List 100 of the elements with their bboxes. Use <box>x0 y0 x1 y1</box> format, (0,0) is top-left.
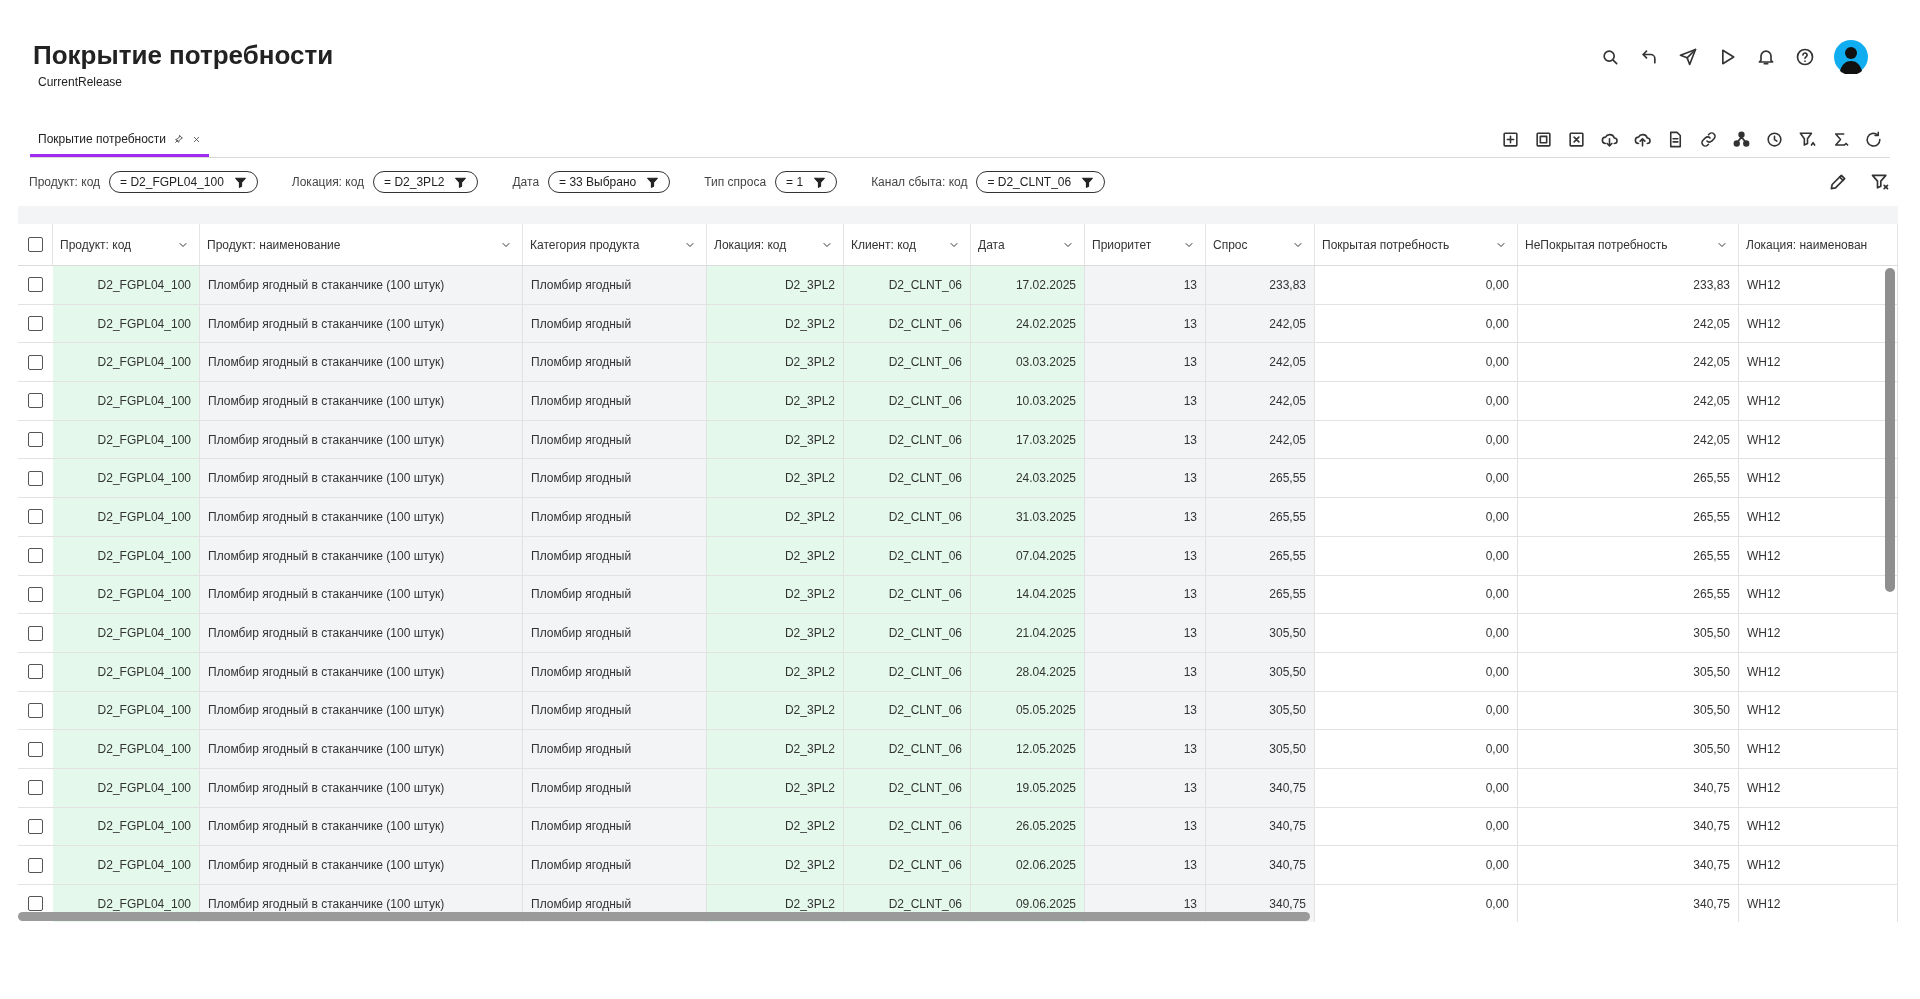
pin-icon[interactable] <box>174 134 185 144</box>
add-box-icon[interactable] <box>1501 130 1520 149</box>
table-cell-text: 340,75 <box>1693 895 1730 913</box>
table-cell-text: D2_CLNT_06 <box>888 276 962 294</box>
table-cell-text: 17.02.2025 <box>1015 276 1076 294</box>
table-cell-text: 13 <box>1183 392 1197 410</box>
checkbox[interactable] <box>28 741 43 757</box>
checkbox[interactable] <box>28 548 43 564</box>
table-cell-text: 0,00 <box>1485 702 1509 720</box>
checkbox[interactable] <box>28 625 43 641</box>
column-header[interactable]: Приоритет <box>1092 235 1152 254</box>
table-cell-text: 305,50 <box>1693 741 1730 759</box>
checkbox[interactable] <box>28 470 43 486</box>
checkbox[interactable] <box>28 857 43 873</box>
column-header[interactable]: Покрытая потребность <box>1322 235 1450 254</box>
table-cell-text: D2_CLNT_06 <box>888 895 962 913</box>
checkbox[interactable] <box>28 702 43 718</box>
send-icon[interactable] <box>1678 47 1698 67</box>
checkbox[interactable] <box>28 780 43 796</box>
checkbox[interactable] <box>28 432 43 448</box>
checkbox[interactable] <box>28 316 43 332</box>
table-cell-text: Пломбир ягодный в стаканчике (100 штук) <box>208 315 445 333</box>
delete-box-icon[interactable] <box>1567 130 1586 149</box>
page-subtitle: CurrentRelease <box>38 74 124 91</box>
table-cell-text: Пломбир ягодный в стаканчике (100 штук) <box>208 741 445 759</box>
table-cell-text: 242,05 <box>1693 354 1730 372</box>
table-cell-text: D2_FGPL04_100 <box>97 625 191 643</box>
close-icon[interactable] <box>192 134 202 144</box>
avatar-icon[interactable] <box>1834 40 1868 74</box>
pencil-icon[interactable] <box>1828 172 1848 192</box>
table-cell-text: Пломбир ягодный <box>531 663 632 681</box>
column-header[interactable]: Категория продукта <box>530 235 640 254</box>
vertical-scrollbar[interactable] <box>1885 268 1895 592</box>
bell-icon[interactable] <box>1756 47 1776 67</box>
table-cell-text: 0,00 <box>1485 857 1509 875</box>
link-icon[interactable] <box>1699 130 1718 149</box>
column-header[interactable]: Спрос <box>1213 235 1248 254</box>
table-cell-text: 340,75 <box>1693 818 1730 836</box>
tab[interactable]: Покрытие потребности <box>30 130 210 157</box>
table-cell-text: 340,75 <box>1269 857 1306 875</box>
table-cell-text: 13 <box>1183 818 1197 836</box>
table-cell-text: Пломбир ягодный <box>531 779 632 797</box>
table-cell-text: D2_CLNT_06 <box>888 547 962 565</box>
table-cell-text: 07.04.2025 <box>1015 547 1076 565</box>
column-header[interactable]: Продукт: наименование <box>207 235 341 254</box>
table-cell-text: D2_FGPL04_100 <box>97 741 191 759</box>
table-cell-text: WH12 <box>1747 625 1781 643</box>
table-cell-text: D2_FGPL04_100 <box>97 392 191 410</box>
column-header[interactable]: Клиент: код <box>851 235 916 254</box>
checkbox[interactable] <box>28 277 43 293</box>
table-cell-text: 0,00 <box>1485 895 1509 913</box>
checkbox[interactable] <box>28 586 43 602</box>
table-cell-text: 265,55 <box>1269 586 1306 604</box>
table-cell-text: D2_FGPL04_100 <box>97 470 191 488</box>
column-header[interactable]: Дата <box>978 235 1005 254</box>
table-cell-text: 0,00 <box>1485 276 1509 294</box>
column-header[interactable]: Продукт: код <box>60 235 132 254</box>
table-cell-text: 0,00 <box>1485 663 1509 681</box>
checkbox[interactable] <box>28 664 43 680</box>
table-cell-text: D2_3PL2 <box>784 470 835 488</box>
checkbox[interactable] <box>27 237 43 252</box>
checkbox[interactable] <box>28 896 43 912</box>
checkbox[interactable] <box>28 393 43 409</box>
hierarchy-icon[interactable] <box>1732 130 1751 149</box>
table-cell-text: 09.06.2025 <box>1015 895 1076 913</box>
table-cell-text: 340,75 <box>1269 895 1306 913</box>
undo-icon[interactable] <box>1639 47 1659 67</box>
table-cell-text: D2_3PL2 <box>784 586 835 604</box>
table-cell-text: Пломбир ягодный <box>531 315 632 333</box>
search-icon[interactable] <box>1600 47 1620 67</box>
horizontal-scrollbar[interactable] <box>18 912 1310 921</box>
page-title: Покрытие потребности <box>33 40 334 70</box>
checkbox[interactable] <box>28 509 43 525</box>
table-cell-text: 13 <box>1183 508 1197 526</box>
table-cell-text: Пломбир ягодный <box>531 508 632 526</box>
table-cell-text: 305,50 <box>1693 663 1730 681</box>
table-cell-text: D2_CLNT_06 <box>888 818 962 836</box>
table-cell-text: 242,05 <box>1269 431 1306 449</box>
history-icon[interactable] <box>1765 130 1784 149</box>
table-cell-text: 265,55 <box>1269 547 1306 565</box>
column-header[interactable]: Локация: код <box>714 235 787 254</box>
help-icon[interactable] <box>1795 47 1815 67</box>
clear-filter-icon[interactable] <box>1870 172 1890 192</box>
column-header[interactable]: Локация: наименован <box>1746 235 1868 254</box>
table-cell-text: D2_CLNT_06 <box>888 702 962 720</box>
checkbox[interactable] <box>28 354 43 370</box>
filter-sort-icon[interactable] <box>1798 130 1817 149</box>
copy-box-icon[interactable] <box>1534 130 1553 149</box>
checkbox[interactable] <box>28 818 43 834</box>
table-cell-text: D2_FGPL04_100 <box>97 663 191 681</box>
table-cell-text: D2_CLNT_06 <box>888 470 962 488</box>
table-cell-text: D2_3PL2 <box>784 702 835 720</box>
refresh-icon[interactable] <box>1864 130 1883 149</box>
table-cell-text: 305,50 <box>1269 702 1306 720</box>
table-cell-text: 242,05 <box>1693 392 1730 410</box>
table-cell-text: WH12 <box>1747 354 1781 372</box>
funnel-icon <box>646 175 660 189</box>
table-cell-text: Пломбир ягодный в стаканчике (100 штук) <box>208 779 445 797</box>
table-cell-text: Пломбир ягодный <box>531 547 632 565</box>
column-header[interactable]: НеПокрытая потребность <box>1525 235 1668 254</box>
